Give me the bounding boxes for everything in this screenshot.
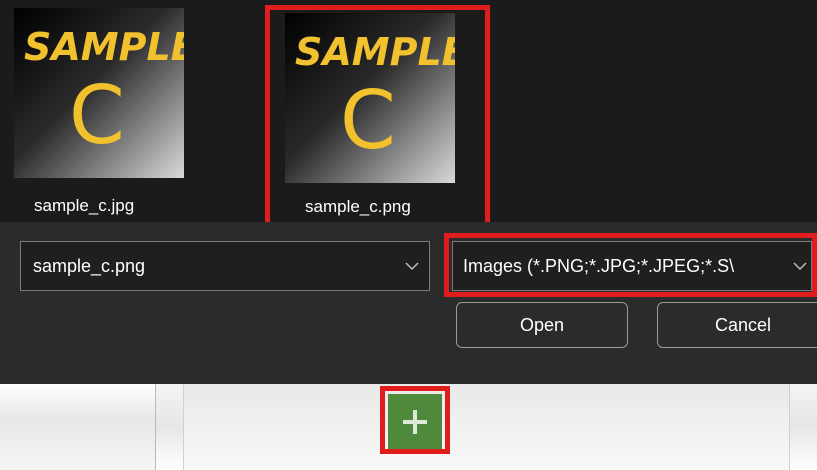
thumb-text-big: C [340, 74, 396, 167]
plus-icon [403, 410, 427, 434]
open-button[interactable]: Open [456, 302, 628, 348]
file-name: sample_c.png [305, 197, 411, 216]
dialog-panel: sample_c.png Images (*.PNG;*.JPG;*.JPEG;… [0, 222, 817, 384]
chevron-down-icon[interactable] [793, 261, 807, 271]
background-sidebar [0, 384, 155, 470]
file-item-sample-c-jpg[interactable]: SAMPLE C sample_c.jpg [0, 0, 200, 222]
filename-combobox[interactable]: sample_c.png [20, 241, 430, 291]
divider [155, 384, 156, 470]
sample-c-drawing: SAMPLE C [24, 25, 184, 162]
file-browser: SAMPLE C sample_c.jpg SAMPLE C sample_c.… [0, 0, 817, 230]
thumb-text-top: SAMPLE [295, 30, 455, 74]
file-name: sample_c.jpg [34, 196, 135, 215]
thumb-text-top: SAMPLE [24, 25, 184, 69]
filetype-combobox[interactable]: Images (*.PNG;*.JPG;*.JPEG;*.S\ [452, 241, 812, 291]
chevron-down-icon[interactable] [405, 261, 419, 271]
background-content-frame [183, 384, 790, 470]
filetype-value: Images (*.PNG;*.JPG;*.JPEG;*.S\ [463, 255, 735, 276]
thumb-text-big: C [69, 69, 125, 162]
filename-value: sample_c.png [33, 255, 146, 276]
thumbnail-sample-c-jpg: SAMPLE C [14, 8, 184, 178]
sample-c-drawing: SAMPLE C [295, 30, 455, 167]
file-item-sample-c-png[interactable]: SAMPLE C sample_c.png [265, 5, 490, 230]
thumbnail-sample-c-png: SAMPLE C [285, 13, 455, 183]
cancel-button[interactable]: Cancel [657, 302, 817, 348]
add-button[interactable] [388, 394, 442, 450]
